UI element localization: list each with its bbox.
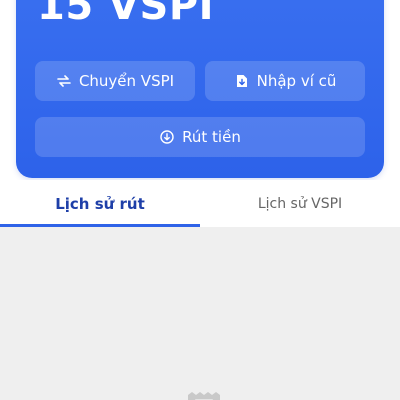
import-old-wallet-button[interactable]: Nhập ví cũ — [205, 61, 365, 101]
transfer-vspi-label: Chuyển VSPI — [78, 72, 175, 90]
tab-withdraw-history[interactable]: Lịch sử rút — [0, 180, 200, 227]
history-content-area — [0, 227, 400, 400]
history-tabs: Lịch sử rút Lịch sử VSPI — [0, 180, 400, 227]
balance-amount: 15 VSPI — [37, 0, 215, 29]
tab-vspi-history-label: Lịch sử VSPI — [257, 195, 343, 212]
empty-receipt-icon — [187, 390, 221, 400]
wallet-screen: 15 VSPI Chuyển VSPI Nhập ví cũ Rút tiền — [0, 0, 400, 400]
swap-arrows-icon — [56, 73, 72, 89]
file-import-icon — [234, 73, 250, 89]
arrow-down-circle-icon — [159, 129, 175, 145]
import-old-wallet-label: Nhập ví cũ — [256, 72, 337, 90]
tab-vspi-history[interactable]: Lịch sử VSPI — [200, 180, 400, 227]
transfer-vspi-button[interactable]: Chuyển VSPI — [35, 61, 195, 101]
tab-withdraw-history-label: Lịch sử rút — [55, 194, 145, 213]
withdraw-label: Rút tiền — [182, 128, 241, 146]
withdraw-button[interactable]: Rút tiền — [35, 117, 365, 157]
